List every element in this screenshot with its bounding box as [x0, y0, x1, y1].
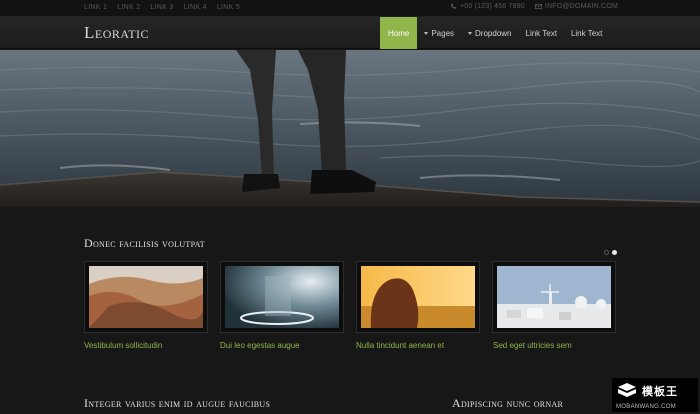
email-address[interactable]: INFO@DOMAIN.COM — [545, 3, 618, 10]
nav-dropdown-label: Dropdown — [475, 28, 512, 38]
mail-icon — [534, 4, 542, 9]
portfolio-caption-1[interactable]: Vestibulum sollicitudin — [84, 341, 162, 350]
email-contact[interactable]: INFO@DOMAIN.COM — [534, 3, 618, 10]
phone-contact: +00 (123) 456 7890 — [450, 3, 525, 10]
portfolio-thumb-3[interactable] — [356, 261, 480, 333]
watermark-cn: 模板王 — [642, 385, 678, 398]
top-link-3[interactable]: LINK 3 — [150, 4, 173, 11]
portfolio-thumb-2[interactable] — [220, 261, 344, 333]
carousel-dot-2[interactable] — [612, 250, 617, 255]
nav-dropdown[interactable]: Dropdown — [461, 17, 518, 49]
nav-pages-label: Pages — [431, 28, 455, 38]
cliffs-image — [89, 266, 203, 328]
caret-down-icon — [468, 31, 473, 35]
glass-image — [225, 266, 339, 328]
top-link-2[interactable]: LINK 2 — [117, 4, 140, 11]
top-link-5[interactable]: LINK 5 — [217, 4, 240, 11]
main-nav: Home Pages Dropdown Link Text Link Text — [380, 17, 609, 49]
site-logo[interactable]: Leoratic — [84, 23, 149, 43]
top-links: LINK 1 LINK 2 LINK 3 LINK 4 LINK 5 — [84, 4, 240, 11]
carousel-pager — [604, 250, 617, 255]
top-link-1[interactable]: LINK 1 — [84, 4, 107, 11]
section-3-title: Adipiscing nunc ornar — [452, 396, 564, 410]
portfolio-thumb-4[interactable] — [492, 261, 616, 333]
portfolio-caption-2[interactable]: Dui leo egestas augue — [220, 341, 300, 350]
sunset-girl-image — [361, 266, 475, 328]
nav-home[interactable]: Home — [380, 17, 418, 49]
nav-link-text-2-label: Link Text — [570, 28, 603, 38]
watermark-en: MOBANWANG.COM — [616, 404, 677, 410]
nav-link-text-1[interactable]: Link Text — [519, 17, 564, 49]
watermark-badge: 模板王 MOBANWANG.COM — [612, 378, 698, 412]
hero-banner — [0, 50, 700, 207]
santorini-image — [497, 266, 611, 328]
portfolio-title: Donec facilisis volutpat — [84, 236, 205, 250]
section-2-title: Integer varius enim id augue faucibus — [84, 396, 271, 410]
portfolio-caption-3[interactable]: Nulla tincidunt aenean et — [356, 341, 444, 350]
hero-image — [0, 50, 700, 207]
cube-logo-icon — [618, 383, 636, 397]
nav-link-text-1-label: Link Text — [525, 28, 557, 38]
portfolio-caption-4[interactable]: Sed eget ultricies sem — [493, 341, 572, 350]
portfolio-thumb-1[interactable] — [84, 261, 208, 333]
phone-number: +00 (123) 456 7890 — [459, 3, 525, 10]
phone-icon — [450, 3, 457, 9]
nav-pages[interactable]: Pages — [417, 17, 461, 49]
contact-info: +00 (123) 456 7890 INFO@DOMAIN.COM — [450, 3, 618, 10]
carousel-dot-1[interactable] — [604, 250, 609, 255]
top-link-4[interactable]: LINK 4 — [184, 4, 207, 11]
site-header: Leoratic Home Pages Dropdown Link Text L… — [0, 17, 700, 49]
nav-link-text-2[interactable]: Link Text — [564, 17, 609, 49]
top-utility-bar: LINK 1 LINK 2 LINK 3 LINK 4 LINK 5 +00 (… — [0, 0, 700, 17]
nav-home-label: Home — [388, 28, 410, 38]
caret-down-icon — [424, 31, 429, 35]
